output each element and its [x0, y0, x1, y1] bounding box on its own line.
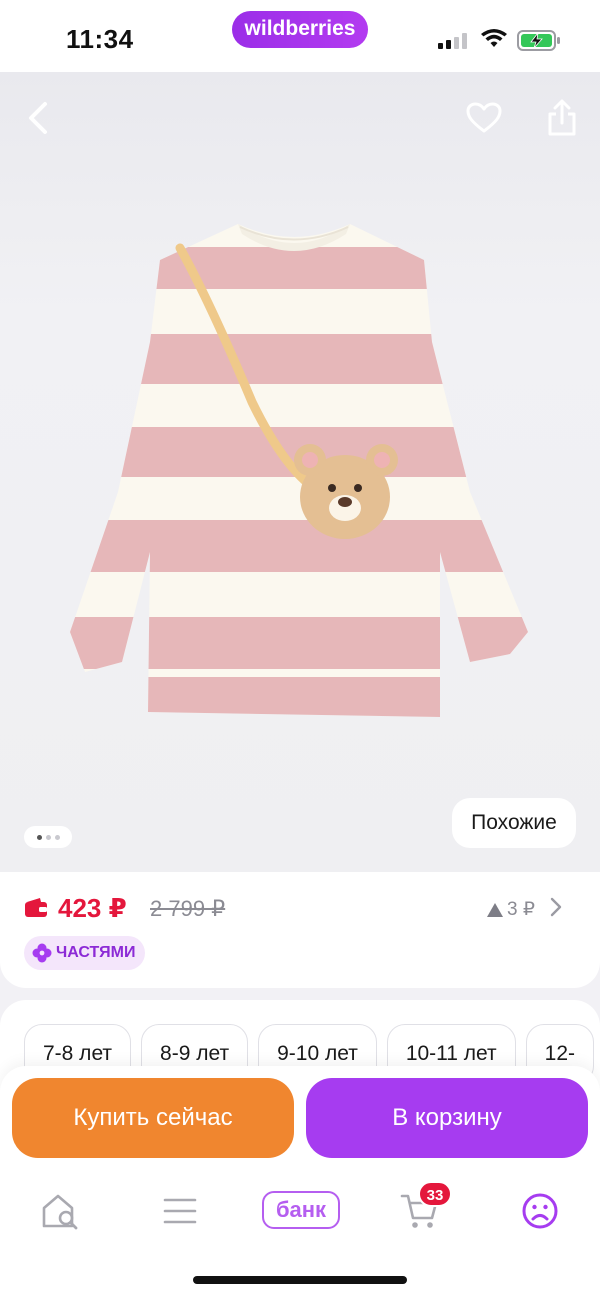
pagination-dot-active: [36, 834, 42, 840]
profile-icon: [522, 1193, 558, 1229]
current-price: 423 ₽: [58, 893, 127, 923]
status-time: 11:34: [66, 24, 134, 54]
cellular-signal-icon: [438, 33, 468, 49]
nav-profile[interactable]: [510, 1186, 570, 1236]
favorite-button[interactable]: [462, 96, 506, 140]
wifi-icon: [481, 29, 507, 47]
brand-logo: wildberries: [232, 11, 368, 48]
wallet-icon: [25, 898, 47, 917]
chevron-right-icon[interactable]: [548, 896, 564, 918]
back-button[interactable]: [16, 96, 60, 140]
heart-icon: [466, 102, 502, 133]
buy-now-button[interactable]: Купить сейчас: [12, 1078, 294, 1158]
chevron-left-icon: [29, 102, 47, 134]
installments-badge[interactable]: ЧАСТЯМИ: [24, 936, 146, 970]
share-icon: [548, 99, 576, 136]
triangle-up-icon: [487, 902, 503, 917]
product-image: [70, 224, 528, 717]
battery-icon: [517, 30, 560, 51]
product-gallery[interactable]: Похожие: [0, 72, 600, 872]
nav-catalog[interactable]: [150, 1186, 210, 1236]
old-price: 2 799 ₽: [150, 896, 226, 921]
similar-products-button[interactable]: Похожие: [452, 798, 576, 848]
gallery-pagination: [24, 826, 72, 848]
price-card: 423 ₽ 2 799 ₽ 3 ₽ ЧАСТЯМИ: [0, 872, 600, 988]
action-bar: Купить сейчас В корзину банк 33: [0, 1066, 600, 1297]
price-change[interactable]: 3 ₽: [486, 898, 535, 921]
add-to-cart-button[interactable]: В корзину: [306, 1078, 588, 1158]
pagination-dot: [45, 834, 51, 840]
share-button[interactable]: [540, 96, 584, 140]
pagination-dot: [54, 834, 60, 840]
product-page: 11:34 wildberries Похожие 423 ₽ 2 799 ₽ …: [0, 0, 600, 1297]
status-bar: 11:34 wildberries: [0, 0, 600, 72]
home-indicator: [193, 1276, 407, 1284]
nav-home-search[interactable]: [30, 1186, 90, 1236]
price-change-value: 3 ₽: [507, 899, 535, 920]
clover-icon: [32, 943, 52, 963]
installments-label: ЧАСТЯМИ: [56, 944, 136, 961]
cart-count-badge: 33: [418, 1181, 452, 1207]
home-search-icon: [42, 1194, 78, 1230]
menu-icon: [163, 1198, 197, 1224]
nav-bank[interactable]: банк: [262, 1191, 340, 1229]
